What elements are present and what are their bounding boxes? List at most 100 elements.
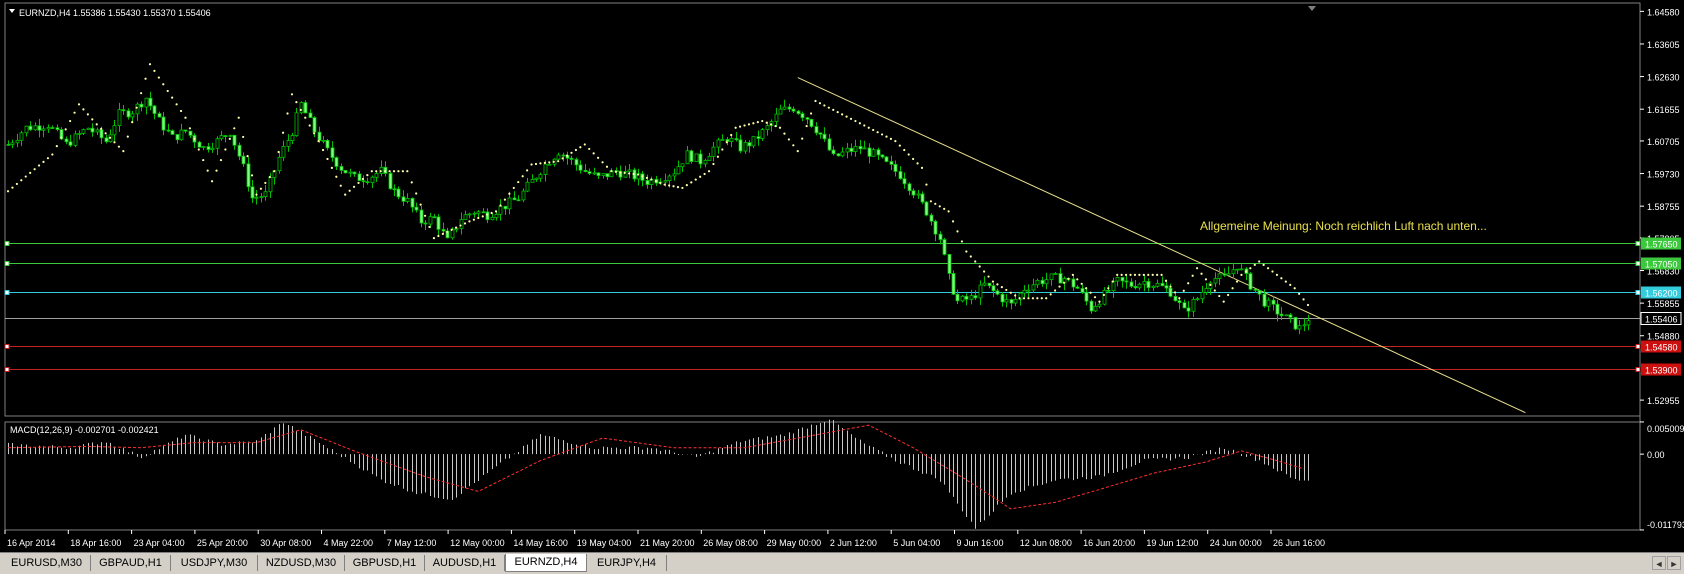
psar-dot [699,175,702,178]
macd-header: MACD(12,26,9) -0.002701 -0.002421 [10,425,159,435]
psar-dot [1080,282,1083,285]
level-handle[interactable] [1635,241,1641,246]
psar-dot [974,260,977,263]
chart-tab-eurjpy-h4[interactable]: EURJPY,H4 [587,555,667,571]
psar-dot [162,83,165,86]
psar-dot [1262,263,1265,266]
tab-scroll-right-button[interactable]: ► [1667,556,1681,570]
psar-dot [499,204,502,207]
candle [388,171,393,190]
psar-dot [1298,292,1301,295]
psar-dot [938,205,941,208]
psar-dot [543,161,546,164]
psar-dot [1222,300,1225,303]
psar-dot [1178,297,1181,300]
psar-dot [610,170,613,173]
psar-dot [947,210,950,213]
psar-dot [1156,273,1159,276]
level-handle[interactable] [1635,290,1641,295]
psar-dot [113,141,116,144]
chart-tab-eurnzd-h4[interactable]: EURNZD,H4 [505,554,587,572]
chart-annotation[interactable]: Allgemeine Meinung: Noch reichlich Luft … [1200,219,1487,233]
tab-scroll-left-button[interactable]: ◄ [1652,556,1666,570]
level-handle[interactable] [4,241,10,246]
psar-dot [645,176,649,179]
macd-tick-label: 0.005009 [1647,424,1684,434]
psar-dot [574,148,578,152]
psar-dot [197,148,200,151]
psar-dot [1302,298,1305,301]
psar-dot [965,250,968,253]
psar-dot [1147,273,1150,276]
psar-dot [912,157,915,161]
psar-dot [636,173,640,176]
level-handle[interactable] [4,367,10,372]
chart-tab-eurusd-m30[interactable]: EURUSD,M30 [3,555,91,571]
chart-tab-gbpusd-h1[interactable]: GBPUSD,H1 [345,555,425,571]
chart-tab-gbpaud-h1[interactable]: GBPAUD,H1 [91,555,171,571]
psar-dot [494,210,498,213]
psar-dot [1235,280,1239,283]
psar-dot [641,175,644,178]
time-tick-label: 2 Jun 12:00 [830,538,877,548]
psar-dot [1098,300,1101,303]
level-handle[interactable] [1635,344,1641,349]
psar-dot [707,170,711,173]
psar-dot [752,122,755,125]
level-price-label: 1.56200 [1645,289,1678,299]
psar-dot [1138,273,1141,276]
psar-dot [725,141,728,144]
psar-dot [778,126,782,129]
psar-dot [521,175,524,178]
psar-dot [960,240,964,243]
psar-dot [969,255,972,258]
time-tick-label: 23 Apr 04:00 [134,538,185,548]
psar-dot [1240,273,1243,276]
psar-dot [246,155,249,158]
chart-tab-usdjpy-m30[interactable]: USDJPY,M30 [171,555,258,571]
chart-window[interactable]: EURNZD,H4 1.55386 1.55430 1.55370 1.5540… [0,0,1684,552]
psar-dot [379,170,382,173]
psar-dot [450,228,453,231]
price-tick-label: 1.60705 [1647,137,1680,147]
psar-dot [1142,273,1145,276]
psar-dot [929,200,932,203]
time-tick-label: 26 Jun 16:00 [1273,538,1325,548]
psar-dot [1218,294,1221,298]
psar-dot [734,126,737,129]
chart-tab-audusd-h1[interactable]: AUDUSD,H1 [425,555,505,571]
psar-dot [503,198,507,201]
level-handle[interactable] [1635,367,1641,372]
psar-dot [339,184,342,187]
psar-dot [184,116,187,119]
psar-dot [1231,287,1234,290]
psar-dot [188,127,192,130]
psar-dot [1124,273,1128,276]
psar-dot [242,135,245,139]
time-tick-label: 16 Apr 2014 [7,538,56,548]
candle [884,155,889,163]
psar-dot [175,103,178,106]
psar-dot [1249,267,1252,270]
psar-dot [743,124,746,127]
psar-dot [250,174,254,177]
psar-dot [415,192,418,195]
psar-dot [1289,283,1292,287]
psar-dot [459,224,462,227]
psar-dot [77,103,81,106]
chart-canvas[interactable]: EURNZD,H4 1.55386 1.55430 1.55370 1.5540… [0,0,1684,552]
time-tick-label: 12 May 00:00 [450,538,505,548]
psar-dot [659,181,662,185]
level-handle[interactable] [1635,261,1641,266]
level-handle[interactable] [4,344,10,349]
psar-dot [1182,289,1185,292]
chart-tab-nzdusd-m30[interactable]: NZDUSD,M30 [258,555,345,571]
psar-dot [206,169,209,172]
level-handle[interactable] [4,290,10,295]
level-price-label: 1.53900 [1645,366,1678,376]
chart-background [0,0,1684,552]
psar-dot [849,117,853,120]
psar-dot [277,150,280,154]
level-handle[interactable] [4,261,10,266]
psar-dot [814,99,817,103]
